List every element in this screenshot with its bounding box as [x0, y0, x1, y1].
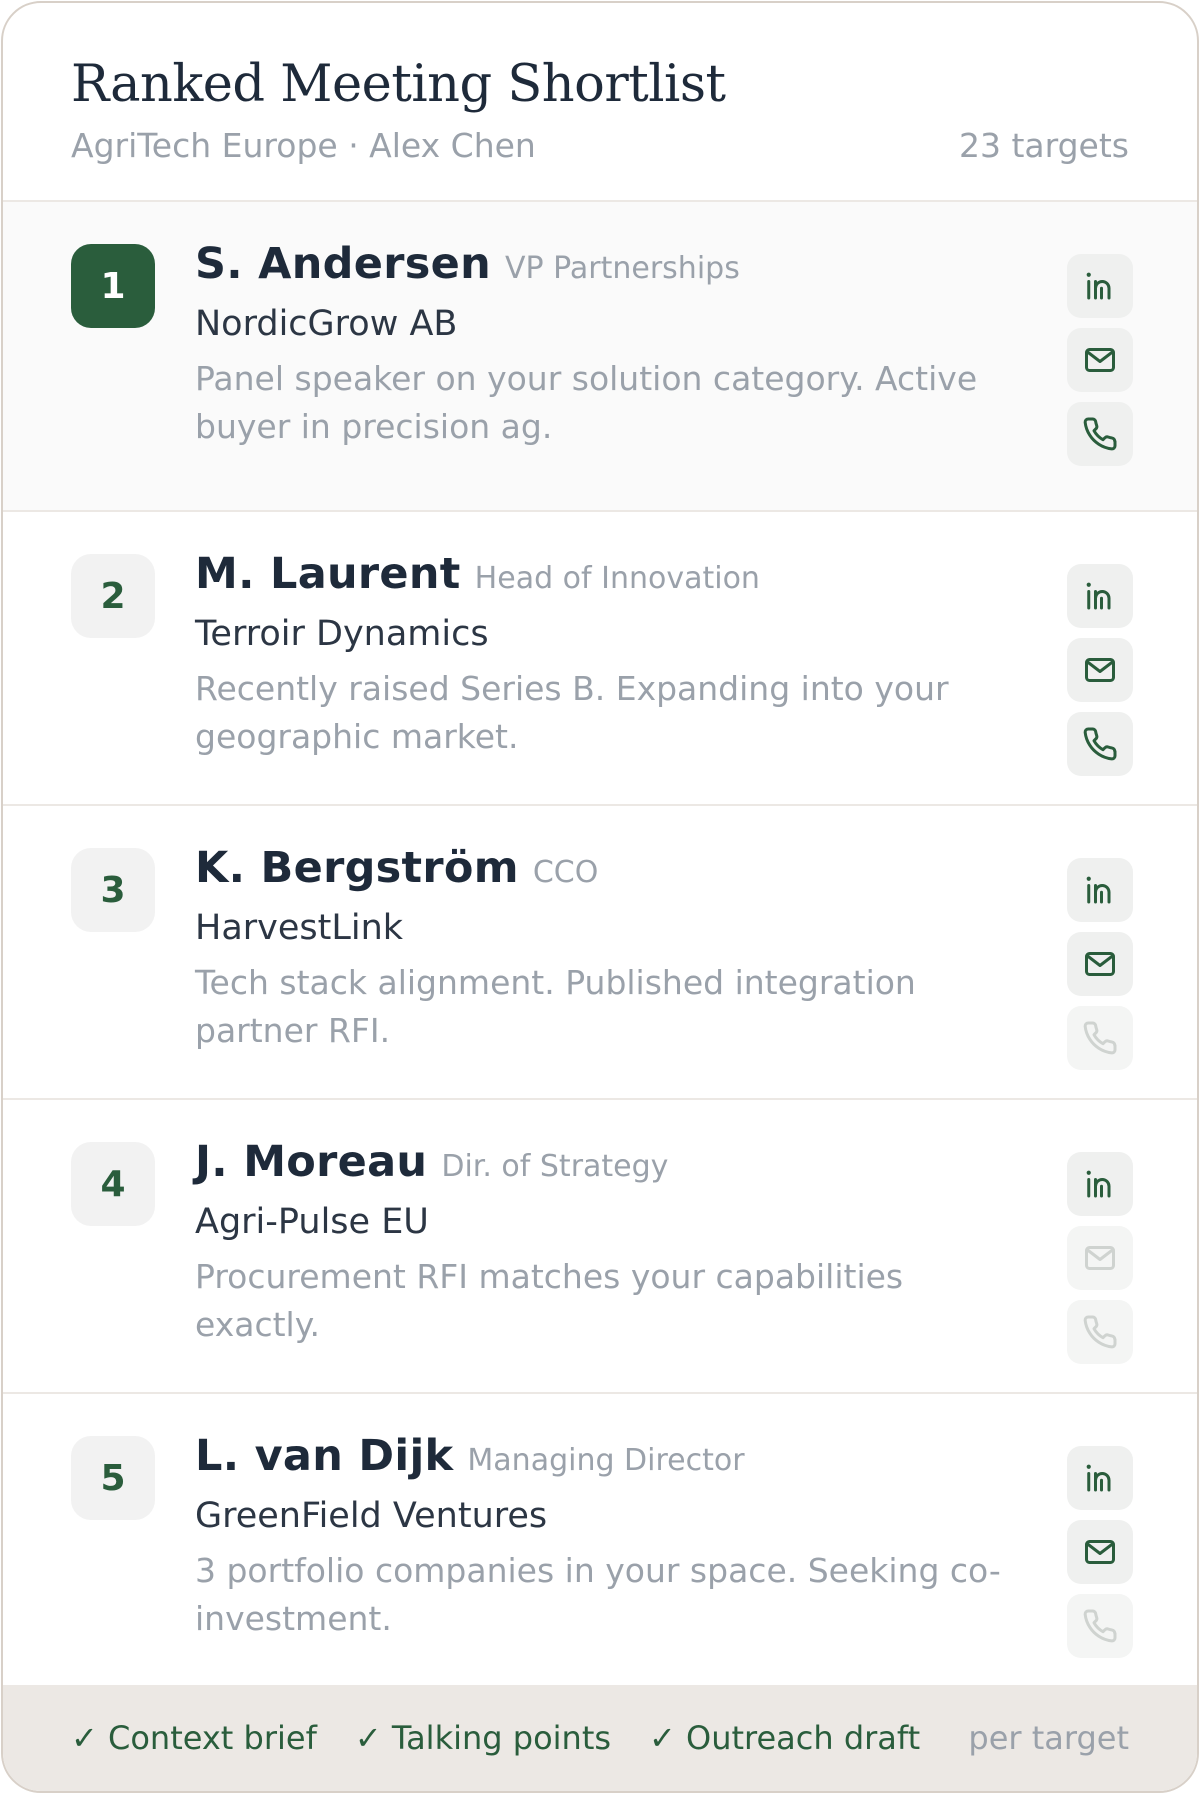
contact-role: Head of Innovation [474, 561, 760, 596]
rank-badge: 2 [71, 554, 155, 638]
contact-name: L. van Dijk [195, 1431, 454, 1481]
phone-icon [1082, 1020, 1118, 1056]
target-row[interactable]: 5 L. van Dijk Managing Director GreenField … [3, 1394, 1197, 1686]
target-row[interactable]: 1 S. Andersen VP Partnerships NordicGrow AB… [3, 202, 1197, 512]
rank-badge: 5 [71, 1436, 155, 1520]
target-details: S. Andersen VP Partnerships NordicGrow AB P… [195, 238, 1015, 451]
target-details: K. Bergström CCO HarvestLink Tech stack ali… [195, 842, 1015, 1055]
contact-name: K. Bergström [195, 843, 519, 893]
rank-badge: 3 [71, 848, 155, 932]
linkedin-icon [1082, 578, 1118, 614]
contact-actions [1067, 254, 1133, 466]
email-button[interactable] [1067, 638, 1133, 702]
contact-actions [1067, 858, 1133, 1070]
linkedin-button[interactable] [1067, 254, 1133, 318]
target-rationale: Panel speaker on your solution category.… [195, 359, 978, 446]
phone-icon [1082, 1314, 1118, 1350]
linkedin-button[interactable] [1067, 1152, 1133, 1216]
contact-role: Dir. of Strategy [441, 1149, 669, 1184]
email-button [1067, 1226, 1133, 1290]
event-owner-label: AgriTech Europe · Alex Chen [71, 126, 536, 165]
contact-actions [1067, 1446, 1133, 1658]
mail-icon [1082, 1534, 1118, 1570]
linkedin-button[interactable] [1067, 564, 1133, 628]
contact-role: VP Partnerships [505, 251, 740, 286]
phone-button [1067, 1006, 1133, 1070]
email-button[interactable] [1067, 328, 1133, 392]
page-title: Ranked Meeting Shortlist [71, 55, 726, 114]
company-name: HarvestLink [195, 908, 404, 948]
target-details: M. Laurent Head of Innovation Terroir Dyna… [195, 548, 1015, 761]
target-rationale: Procurement RFI matches your capabilitie… [195, 1257, 904, 1344]
target-rationale: Tech stack alignment. Published integrat… [195, 963, 916, 1050]
name-line: S. Andersen VP Partnerships [195, 238, 1015, 299]
linkedin-icon [1082, 268, 1118, 304]
target-row[interactable]: 2 M. Laurent Head of Innovation Terroir Dyn… [3, 512, 1197, 806]
target-row[interactable]: 4 J. Moreau Dir. of Strategy Agri-Pulse EU P… [3, 1100, 1197, 1394]
deliverable-talking-points: ✓ Talking points [354, 1719, 612, 1757]
target-list: 1 S. Andersen VP Partnerships NordicGrow AB… [3, 202, 1197, 1686]
linkedin-button[interactable] [1067, 858, 1133, 922]
deliverables-footer: ✓ Context brief ✓ Talking points ✓ Outre… [3, 1685, 1197, 1791]
target-details: J. Moreau Dir. of Strategy Agri-Pulse EU Pr… [195, 1136, 1015, 1349]
mail-icon [1082, 652, 1118, 688]
contact-name: S. Andersen [195, 239, 491, 289]
phone-icon [1082, 726, 1118, 762]
deliverable-outreach-draft: ✓ Outreach draft [649, 1719, 921, 1757]
target-count: 23 targets [958, 126, 1129, 165]
target-rationale: Recently raised Series B. Expanding into… [195, 669, 949, 756]
rank-badge: 1 [71, 244, 155, 328]
target-details: L. van Dijk Managing Director GreenField V… [195, 1430, 1015, 1643]
contact-role: Managing Director [467, 1443, 745, 1478]
email-button[interactable] [1067, 932, 1133, 996]
name-line: M. Laurent Head of Innovation [195, 548, 1015, 609]
phone-button [1067, 1300, 1133, 1364]
target-row[interactable]: 3 K. Bergström CCO HarvestLink Tech stack al… [3, 806, 1197, 1100]
target-rationale: 3 portfolio companies in your space. See… [195, 1551, 1001, 1638]
company-name: Agri-Pulse EU [195, 1202, 429, 1242]
phone-button[interactable] [1067, 712, 1133, 776]
linkedin-button[interactable] [1067, 1446, 1133, 1510]
deliverable-context-brief: ✓ Context brief [71, 1719, 317, 1757]
name-line: K. Bergström CCO [195, 842, 1015, 903]
rank-badge: 4 [71, 1142, 155, 1226]
contact-name: M. Laurent [195, 549, 461, 599]
per-target-label: per target [968, 1719, 1129, 1757]
contact-name: J. Moreau [195, 1137, 428, 1187]
company-name: NordicGrow AB [195, 304, 458, 344]
phone-icon [1082, 416, 1118, 452]
mail-icon [1082, 1240, 1118, 1276]
contact-role: CCO [532, 855, 599, 890]
mail-icon [1082, 946, 1118, 982]
name-line: J. Moreau Dir. of Strategy [195, 1136, 1015, 1197]
mail-icon [1082, 342, 1118, 378]
phone-button[interactable] [1067, 402, 1133, 466]
linkedin-icon [1082, 1166, 1118, 1202]
company-name: GreenField Ventures [195, 1496, 548, 1536]
contact-actions [1067, 564, 1133, 776]
linkedin-icon [1082, 872, 1118, 908]
card-header: Ranked Meeting Shortlist AgriTech Europe… [3, 3, 1197, 202]
subtitle-row: AgriTech Europe · Alex Chen 23 targets [71, 126, 1129, 166]
shortlist-card: Ranked Meeting Shortlist AgriTech Europe… [1, 1, 1199, 1793]
phone-button [1067, 1594, 1133, 1658]
contact-actions [1067, 1152, 1133, 1364]
linkedin-icon [1082, 1460, 1118, 1496]
name-line: L. van Dijk Managing Director [195, 1430, 1015, 1491]
company-name: Terroir Dynamics [195, 614, 489, 654]
phone-icon [1082, 1608, 1118, 1644]
email-button[interactable] [1067, 1520, 1133, 1584]
